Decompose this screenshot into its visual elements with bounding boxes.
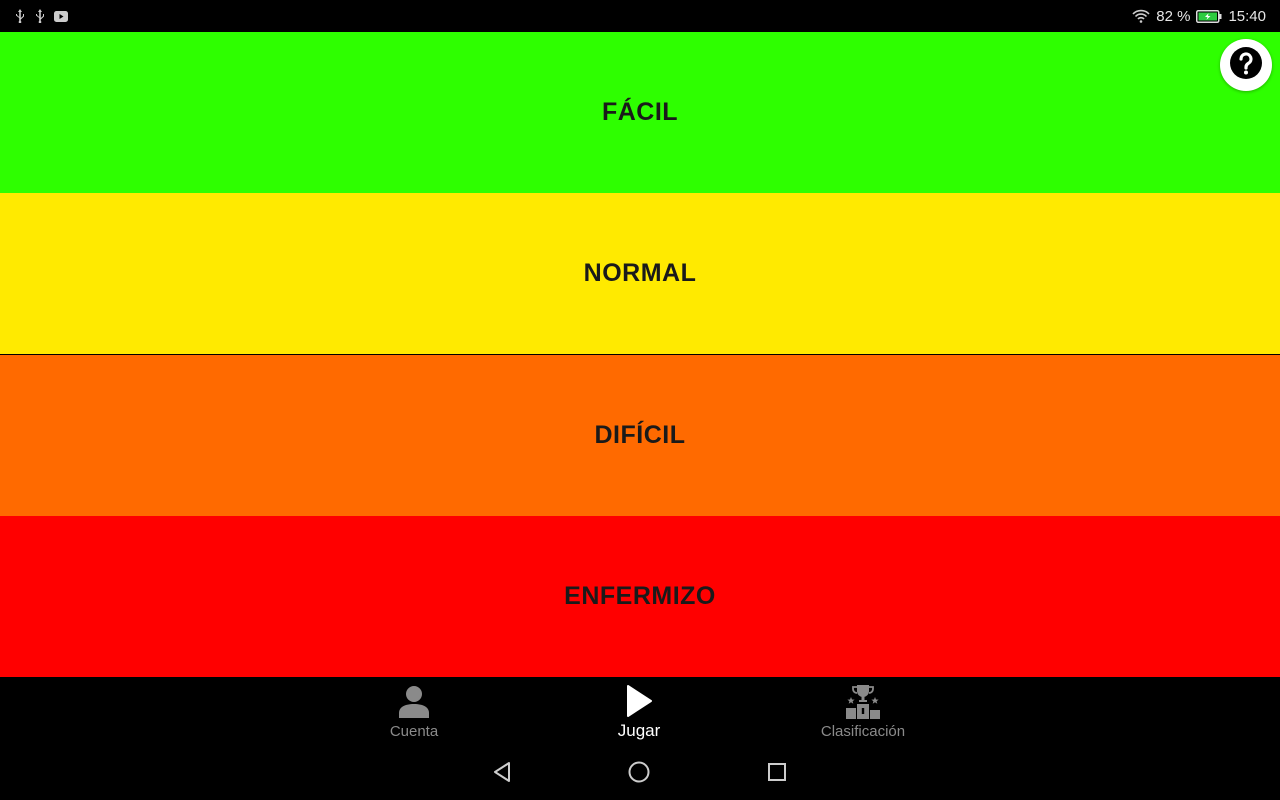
status-time: 15:40 — [1228, 7, 1266, 25]
recent-apps-button[interactable] — [764, 761, 790, 787]
difficulty-easy-label: FÁCIL — [601, 98, 679, 126]
battery-percent: 82 % — [1156, 7, 1191, 25]
home-button[interactable] — [626, 761, 652, 787]
bottom-navigation: Cuenta Jugar Clasificación — [0, 677, 1280, 747]
nav-item-ranking[interactable]: Clasificación — [783, 683, 943, 743]
nav-item-play[interactable]: Jugar — [559, 683, 719, 743]
usb-icon — [34, 9, 46, 23]
difficulty-normal-label: NORMAL — [583, 259, 697, 287]
help-button[interactable] — [1220, 39, 1272, 91]
battery-charging-icon — [1196, 9, 1222, 23]
difficulty-hard-label: DIFÍCIL — [594, 421, 686, 449]
app-screen: 82 % 15:40 FÁCIL NORMAL DIFÍCIL ENFERMIZ… — [0, 0, 1280, 800]
difficulty-normal-button[interactable]: NORMAL — [0, 193, 1280, 354]
difficulty-easy-button[interactable]: FÁCIL — [0, 32, 1280, 193]
nav-label-play: Jugar — [617, 721, 661, 740]
help-icon — [1229, 46, 1263, 84]
recent-apps-icon — [765, 760, 789, 788]
difficulty-sick-button[interactable]: ENFERMIZO — [0, 516, 1280, 677]
difficulty-hard-button[interactable]: DIFÍCIL — [0, 355, 1280, 516]
home-icon — [627, 760, 651, 788]
difficulty-sick-label: ENFERMIZO — [564, 582, 716, 610]
person-icon — [398, 683, 430, 719]
status-bar: 82 % 15:40 — [0, 0, 1280, 32]
status-left-icons — [14, 9, 68, 23]
nav-item-account[interactable]: Cuenta — [334, 683, 494, 743]
trophy-podium-icon — [845, 683, 881, 719]
nav-label-ranking: Clasificación — [820, 723, 906, 740]
nav-label-account: Cuenta — [389, 723, 439, 740]
youtube-icon — [54, 10, 68, 22]
back-button[interactable] — [489, 761, 515, 787]
play-icon — [625, 683, 653, 719]
usb-icon — [14, 9, 26, 23]
wifi-icon — [1132, 9, 1150, 23]
status-right-icons: 82 % 15:40 — [1132, 8, 1266, 25]
back-icon — [490, 760, 514, 788]
system-navigation-bar — [0, 747, 1280, 800]
